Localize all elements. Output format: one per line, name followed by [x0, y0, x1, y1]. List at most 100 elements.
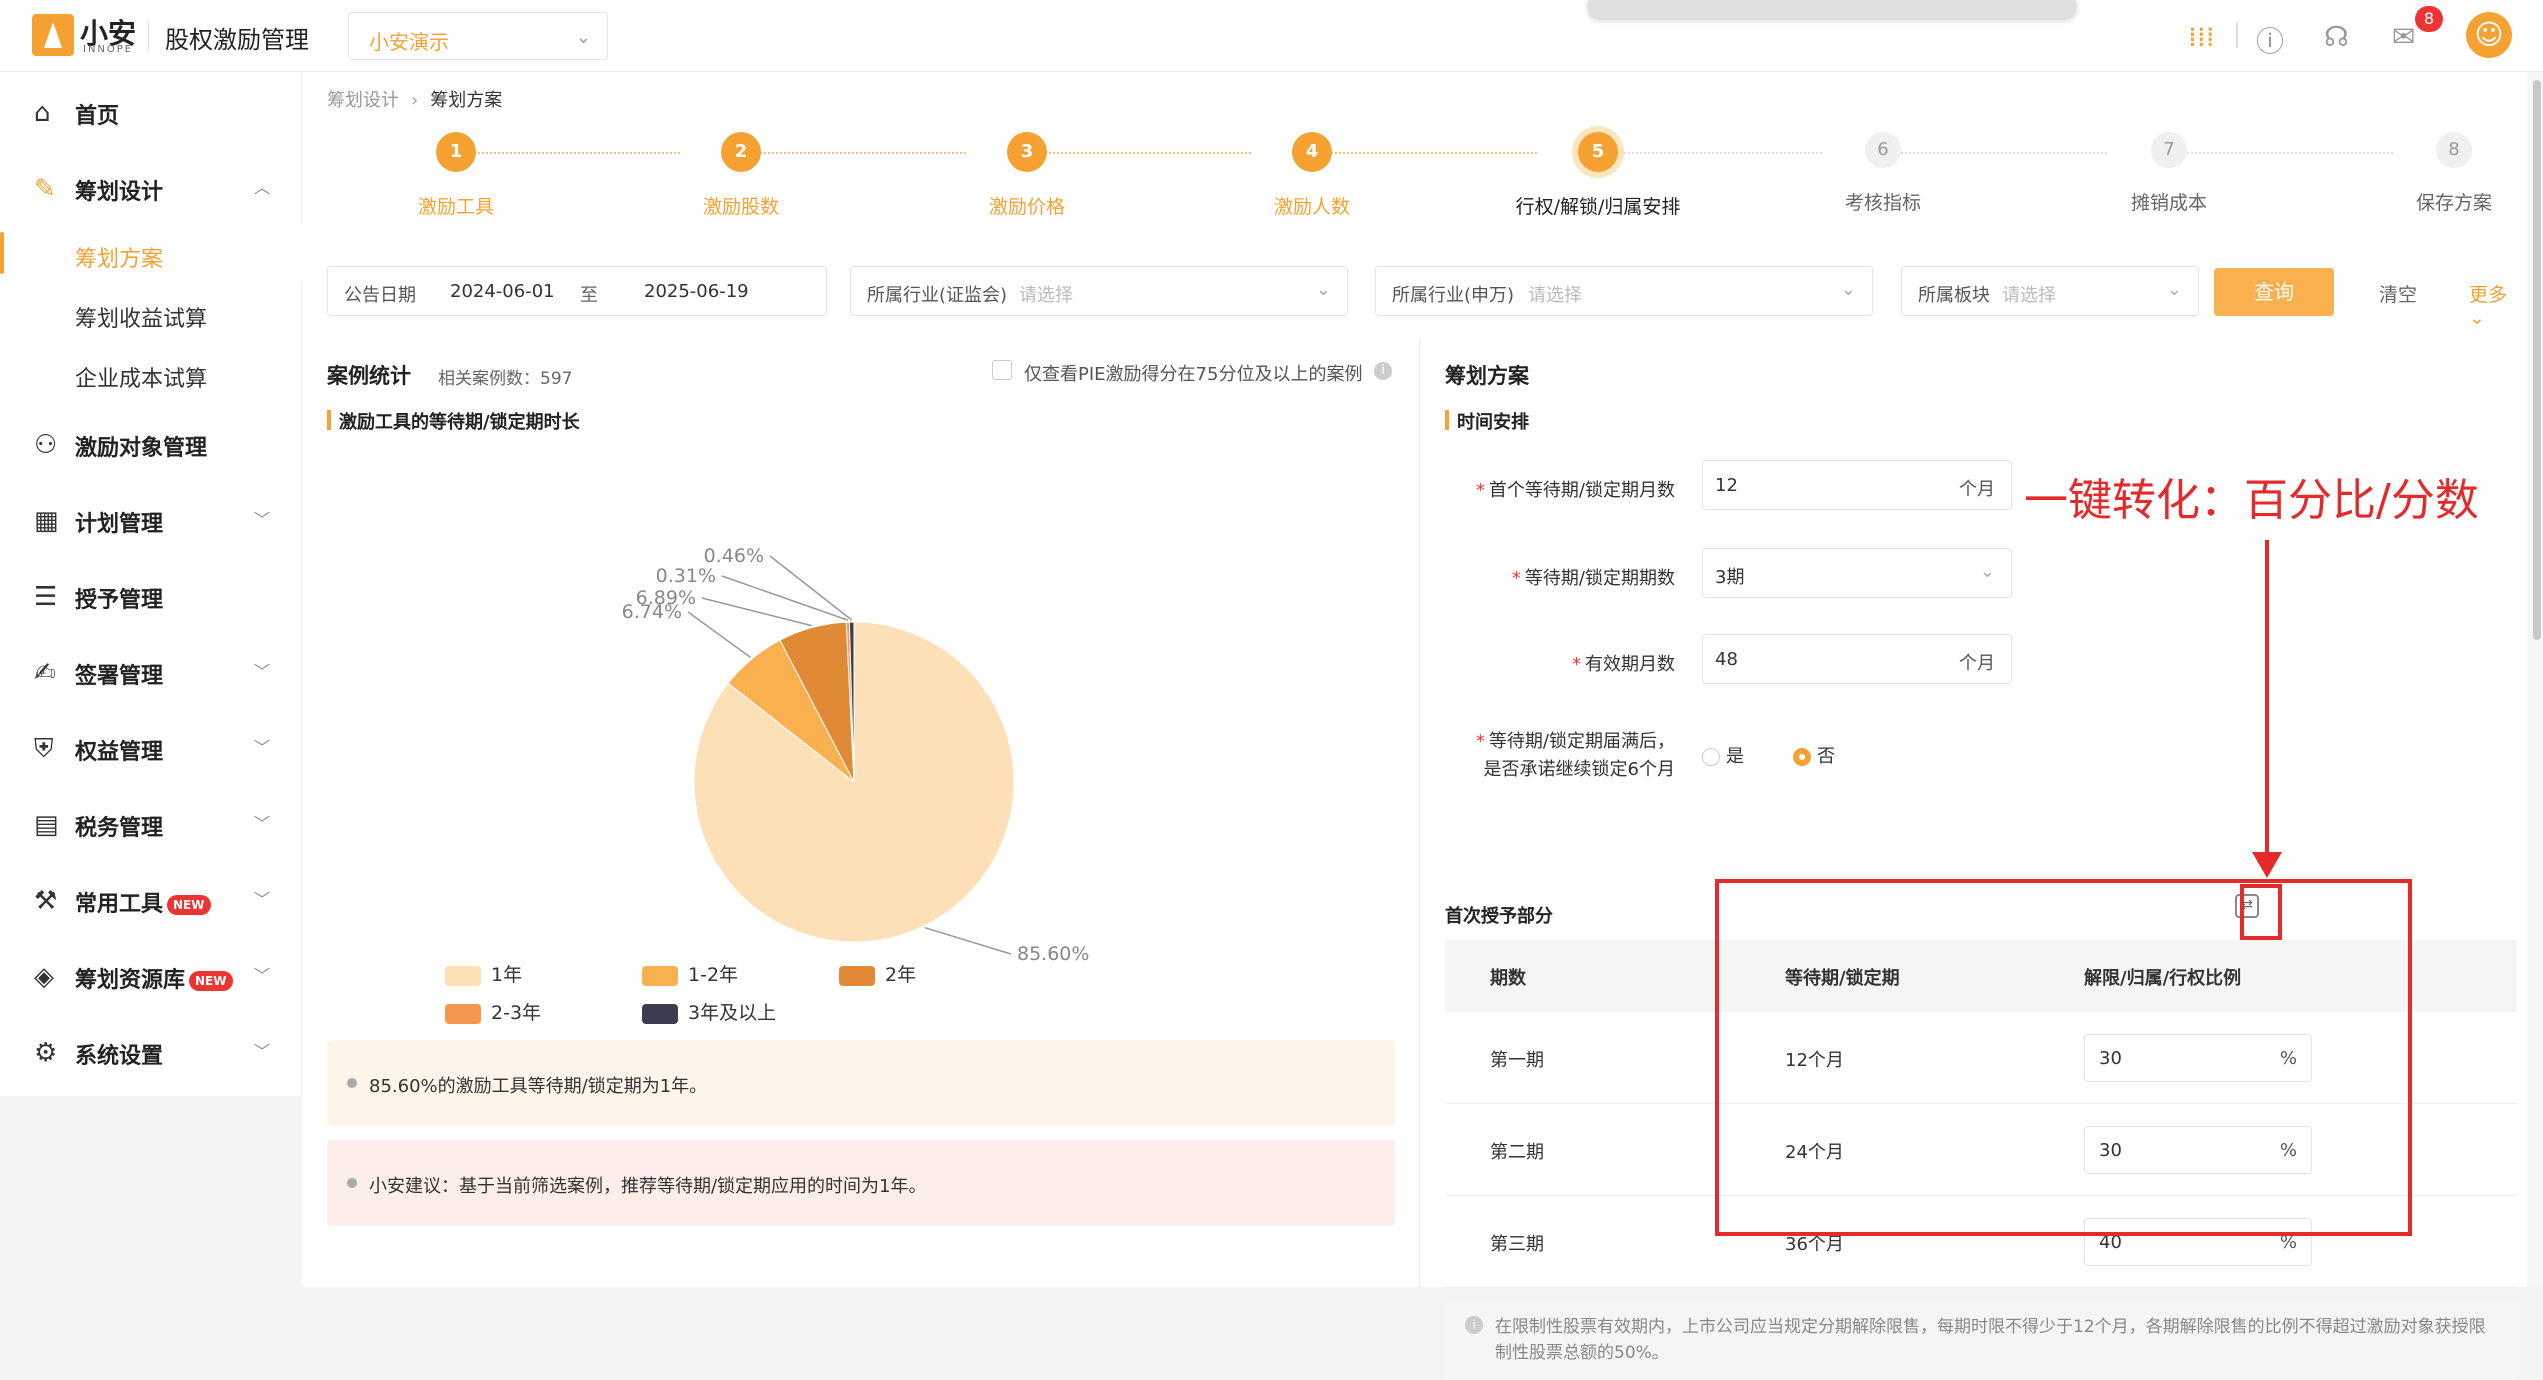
- legend-item[interactable]: 2年: [839, 960, 916, 987]
- step-3[interactable]: 3 激励价格: [917, 132, 1137, 219]
- valid-label: * 有效期月数: [1572, 654, 1675, 675]
- more-button[interactable]: 更多 ⌄: [2469, 280, 2527, 329]
- sidebar-subitem-plan[interactable]: 筹划方案: [0, 224, 302, 282]
- step-label: 激励价格: [988, 196, 1065, 218]
- sidebar-item-planning-design[interactable]: ✎ 筹划设计 ︿: [0, 154, 302, 218]
- step-label: 激励工具: [417, 196, 494, 218]
- system-title: 股权激励管理: [165, 26, 309, 54]
- annotation-highlight-icon-box: [2240, 884, 2282, 940]
- industry-sw-placeholder: 请选择: [1528, 285, 1582, 306]
- step-1[interactable]: 1 激励工具: [346, 132, 566, 219]
- chevron-down-icon: ﹀: [254, 814, 271, 833]
- layers-icon: ◈: [34, 962, 54, 992]
- sidebar-item-label: 计划管理: [75, 512, 164, 537]
- annotation-highlight-box: [1715, 879, 2412, 1236]
- headset-icon[interactable]: ☊: [2324, 20, 2349, 53]
- board-label: 所属板块: [1918, 285, 1990, 306]
- sidebar-item-tools[interactable]: ⚒ 常用工具 NEW ﹀: [0, 866, 302, 930]
- legend-item[interactable]: 1年: [445, 960, 522, 987]
- sidebar-item-recipients[interactable]: ⚇ 激励对象管理: [0, 410, 302, 474]
- sidebar-item-grant-mgmt[interactable]: ☰ 授予管理: [0, 562, 302, 626]
- first-wait-value: 12: [1715, 475, 1738, 496]
- step-8[interactable]: 8 保存方案: [2344, 132, 2543, 215]
- logo-subtext: INNOPE: [83, 44, 134, 55]
- legend-label: 1年: [491, 964, 523, 986]
- insight-note: 85.60%的激励工具等待期/锁定期为1年。: [327, 1040, 1395, 1126]
- step-label: 摊销成本: [2130, 192, 2207, 214]
- clear-button[interactable]: 清空: [2379, 280, 2417, 307]
- message-icon[interactable]: ✉: [2392, 20, 2415, 53]
- chevron-up-icon: ︿: [254, 178, 271, 197]
- chevron-down-icon: ⌄: [575, 27, 591, 48]
- legend-item[interactable]: 2-3年: [445, 998, 541, 1025]
- sidebar-subitem-cost-calc[interactable]: 企业成本试算: [0, 344, 302, 402]
- pie-label-line: [924, 926, 1012, 955]
- sidebar-item-home[interactable]: ⌂ 首页: [0, 78, 302, 142]
- list-icon: ☰: [34, 582, 58, 612]
- pie-data-label: 6.89%: [636, 587, 696, 609]
- sidebar-subitem-label: 筹划方案: [75, 247, 164, 272]
- rule-hint-text: 在限制性股票有效期内，上市公司应当规定分期解除限售，每期时限不得少于12个月，各…: [1495, 1317, 2486, 1363]
- pie-chart: 85.60%6.74%6.89%0.31%0.46%: [622, 545, 1090, 965]
- pie-label-line: [721, 575, 848, 621]
- query-button[interactable]: 查询: [2214, 268, 2334, 316]
- info-icon[interactable]: i: [1374, 362, 1392, 380]
- board-select[interactable]: 所属板块 请选择 ⌄: [1901, 266, 2199, 316]
- chevron-down-icon: ⌄: [1840, 279, 1856, 300]
- promise-label-line1: 等待期/锁定期届满后，: [1488, 731, 1675, 752]
- industry-csrc-select[interactable]: 所属行业(证监会) 请选择 ⌄: [850, 266, 1348, 316]
- valid-months-input[interactable]: 48 个月: [1702, 634, 2012, 684]
- breadcrumb-parent[interactable]: 筹划设计: [327, 90, 399, 111]
- periods-select[interactable]: 3期 ⌄: [1702, 548, 2012, 598]
- legend-swatch: [445, 965, 481, 986]
- top-bar: 小安 INNOPE 股权激励管理 小安演示 ⌄ ⁞⁞⁞ ⓘ ☊ ✉ 8 ☺: [0, 0, 2543, 72]
- sidebar-item-label: 常用工具: [75, 892, 164, 917]
- legend-item[interactable]: 3年及以上: [642, 998, 776, 1025]
- avatar[interactable]: ☺: [2466, 12, 2512, 58]
- step-label: 行权/解锁/归属安排: [1515, 196, 1681, 218]
- radio-circle: [1702, 748, 1720, 766]
- shield-icon: ⛨: [34, 734, 54, 764]
- more-label: 更多: [2469, 284, 2508, 306]
- first-wait-label: * 首个等待期/锁定期月数: [1475, 480, 1675, 501]
- legend-item[interactable]: 1-2年: [642, 960, 738, 987]
- step-2[interactable]: 2 激励股数: [631, 132, 851, 219]
- step-number: 7: [2151, 132, 2187, 168]
- divider: [2236, 22, 2238, 48]
- industry-sw-select[interactable]: 所属行业(申万) 请选择 ⌄: [1375, 266, 1873, 316]
- promise-label: * 等待期/锁定期届满后， 是否承诺继续锁定6个月: [1420, 728, 1675, 784]
- step-5[interactable]: 5 行权/解锁/归属安排: [1488, 132, 1708, 219]
- case-count: 相关案例数：597: [438, 369, 573, 389]
- sidebar-subitem-profit-calc[interactable]: 筹划收益试算: [0, 284, 302, 342]
- sidebar-item-tax-mgmt[interactable]: ▤ 税务管理 ﹀: [0, 790, 302, 854]
- first-wait-input[interactable]: 12 个月: [1702, 460, 2012, 510]
- scrollbar-thumb[interactable]: [2533, 80, 2541, 640]
- step-7[interactable]: 7 摊销成本: [2059, 132, 2279, 215]
- sidebar-item-label: 签署管理: [75, 664, 164, 689]
- unit-label: 个月: [1959, 653, 1995, 674]
- sidebar-item-settings[interactable]: ⚙ 系统设置 ﹀: [0, 1018, 302, 1082]
- radio-no[interactable]: 否: [1793, 742, 1835, 768]
- radio-yes[interactable]: 是: [1702, 742, 1744, 768]
- step-6[interactable]: 6 考核指标: [1773, 132, 1993, 215]
- legend-swatch: [839, 965, 875, 986]
- date-separator: 至: [580, 285, 598, 306]
- legend-label: 1-2年: [688, 964, 739, 986]
- tenant-select[interactable]: 小安演示 ⌄: [348, 12, 608, 60]
- industry-csrc-placeholder: 请选择: [1019, 285, 1073, 306]
- date-range-picker[interactable]: 公告日期 2024-06-01 至 2025-06-19: [327, 266, 827, 316]
- unit-label: 个月: [1959, 479, 1995, 500]
- chevron-down-icon: ﹀: [254, 510, 271, 529]
- sidebar-item-plan-mgmt[interactable]: ▦ 计划管理 ﹀: [0, 486, 302, 550]
- first-wait-label-text: 首个等待期/锁定期月数: [1488, 480, 1675, 501]
- info-icon: i: [1465, 1316, 1483, 1334]
- pie-filter-checkbox[interactable]: [992, 360, 1012, 380]
- apps-grid-icon[interactable]: ⁞⁞⁞: [2188, 20, 2215, 53]
- sidebar-item-sign-mgmt[interactable]: ✍ 签署管理 ﹀: [0, 638, 302, 702]
- sidebar-item-equity-mgmt[interactable]: ⛨ 权益管理 ﹀: [0, 714, 302, 778]
- step-4[interactable]: 4 激励人数: [1202, 132, 1422, 219]
- step-number: 3: [1007, 132, 1047, 172]
- step-number: 5: [1578, 132, 1618, 172]
- help-icon[interactable]: ⓘ: [2256, 20, 2284, 60]
- sidebar-item-resources[interactable]: ◈ 筹划资源库 NEW ﹀: [0, 942, 302, 1006]
